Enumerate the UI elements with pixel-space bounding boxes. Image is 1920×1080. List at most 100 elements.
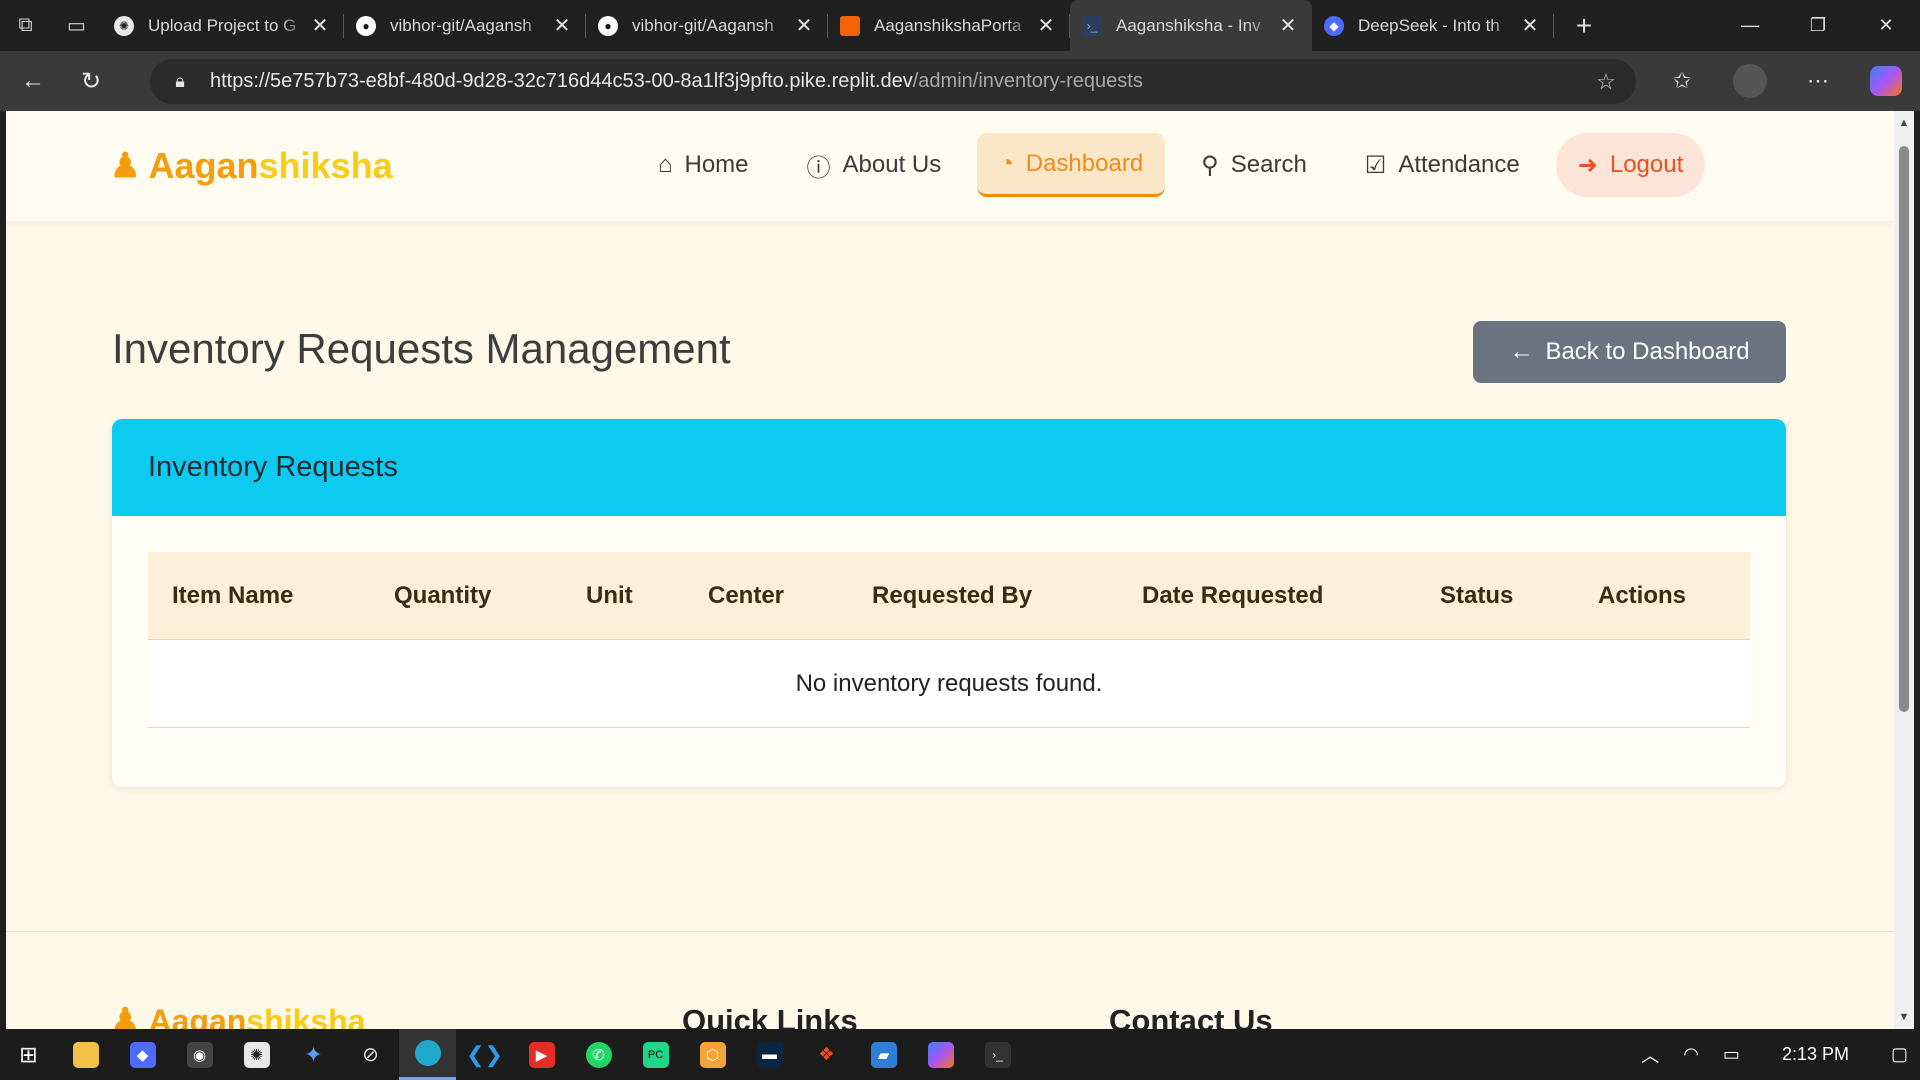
youtube-icon: ▶ [528, 1041, 555, 1068]
page-viewport: ♟ Aagan shiksha ⌂ Home ⓘ About Us ◔ Dashb… [6, 111, 1894, 1029]
app-icon: ▰ [870, 1041, 897, 1068]
scroll-down-icon[interactable]: ▼ [1898, 1011, 1910, 1023]
taskbar-app[interactable]: ▬ [741, 1029, 798, 1080]
taskbar-edge[interactable] [399, 1029, 456, 1080]
url-text[interactable]: https://5e757b73-e8bf-480d-9d28-32c716d4… [210, 70, 1576, 93]
footer-divider [6, 931, 1894, 932]
windows-taskbar: ⊞ ◆ ◉ ✺ ✦ ⊘ ❮❯ ▶ ✆ PC ⬡ ▬ ❖ ▰ ›_ ︿ ◠ ▭ 2… [0, 1029, 1920, 1080]
more-options-icon[interactable]: ⋯ [1784, 68, 1852, 94]
taskbar-pycharm[interactable]: PC [627, 1029, 684, 1080]
close-tab-icon[interactable]: ✕ [550, 13, 574, 38]
nav-attendance[interactable]: ☑ Attendance [1343, 133, 1542, 197]
back-arrow-icon[interactable]: ← [8, 56, 58, 106]
browser-tab[interactable]: AaganshikshaPorta ✕ [828, 0, 1070, 51]
close-tab-icon[interactable]: ✕ [308, 13, 332, 38]
copilot-icon[interactable] [1870, 66, 1902, 96]
taskbar-whatsapp[interactable]: ✆ [570, 1029, 627, 1080]
app-icon: ⊘ [362, 1044, 379, 1066]
browser-tab[interactable]: ● vibhor-git/Aagansh ✕ [344, 0, 586, 51]
windows-logo-icon: ⊞ [19, 1041, 38, 1067]
refresh-icon[interactable]: ↻ [66, 56, 116, 106]
lock-icon[interactable]: 🔒︎ [150, 71, 210, 92]
toolbar-right: ✩ ⋯ [1648, 51, 1920, 111]
system-tray: ︿ ◠ ▭ 2:13 PM ▢ [1629, 1029, 1920, 1080]
deepseek-icon: ◆ [129, 1041, 156, 1068]
brand-text-part2: shiksha [258, 145, 393, 186]
tab-actions-icon[interactable]: ▭ [51, 0, 102, 51]
browser-tab[interactable]: ✺ Upload Project to G ✕ [102, 0, 344, 51]
nav-about[interactable]: ⓘ About Us [785, 133, 964, 197]
start-button[interactable]: ⊞ [0, 1029, 57, 1080]
page-scrollbar[interactable]: ▲ ▼ [1894, 111, 1914, 1029]
column-header-center: Center [708, 581, 785, 609]
taskbar-copilot[interactable] [912, 1029, 969, 1080]
browser-tab[interactable]: ● vibhor-git/Aagansh ✕ [586, 0, 828, 51]
address-bar[interactable]: 🔒︎ https://5e757b73-e8bf-480d-9d28-32c71… [150, 59, 1636, 104]
workspaces-icon[interactable]: ⧉ [0, 0, 51, 51]
column-header-unit: Unit [586, 581, 633, 609]
back-button-label: Back to Dashboard [1545, 338, 1750, 365]
taskbar-vscode[interactable]: ❮❯ [456, 1029, 513, 1080]
browser-tab[interactable]: ◆ DeepSeek - Into th ✕ [1312, 0, 1554, 51]
site-logo[interactable]: ♟ Aagan shiksha [110, 145, 393, 187]
vscode-icon: ❮❯ [466, 1041, 503, 1067]
close-window-icon[interactable]: ✕ [1852, 0, 1920, 51]
scroll-thumb[interactable] [1899, 146, 1909, 712]
taskbar-file-explorer[interactable] [57, 1029, 114, 1080]
taskbar-app[interactable]: ⬡ [684, 1029, 741, 1080]
github-icon: ● [356, 15, 376, 36]
taskbar-terminal[interactable]: ›_ [969, 1029, 1026, 1080]
notifications-icon[interactable]: ▢ [1879, 1044, 1920, 1065]
restore-icon[interactable]: ❐ [1784, 0, 1852, 51]
taskbar-app[interactable]: ◉ [171, 1029, 228, 1080]
nav-dashboard-label: Dashboard [1025, 149, 1144, 177]
taskbar-chatgpt[interactable]: ✺ [228, 1029, 285, 1080]
battery-icon[interactable]: ▭ [1711, 1044, 1752, 1065]
logout-icon: ➜ [1577, 151, 1598, 179]
taskbar-deepseek[interactable]: ◆ [114, 1029, 171, 1080]
pycharm-icon: PC [642, 1041, 669, 1068]
favorite-star-icon[interactable]: ☆ [1576, 69, 1636, 95]
nav-dashboard[interactable]: ◔ Dashboard [977, 133, 1166, 197]
wifi-icon[interactable]: ◠ [1671, 1044, 1711, 1065]
favorites-icon[interactable]: ✩ [1648, 68, 1716, 94]
minimize-icon[interactable]: — [1716, 0, 1784, 51]
close-tab-icon[interactable]: ✕ [1034, 13, 1058, 38]
footer-contact-heading: Contact Us [1109, 1003, 1273, 1029]
close-tab-icon[interactable]: ✕ [1518, 13, 1542, 38]
app-icon: ▬ [756, 1041, 783, 1068]
chevron-up-icon[interactable]: ︿ [1629, 1042, 1671, 1068]
nav-search[interactable]: ⚲ Search [1179, 133, 1329, 197]
logout-button[interactable]: ➜ Logout [1555, 133, 1706, 197]
inventory-requests-card: Inventory Requests Item Name Quantity Un… [112, 419, 1786, 787]
taskbar-gemini[interactable]: ✦ [285, 1029, 342, 1080]
clock[interactable]: 2:13 PM [1752, 1044, 1879, 1065]
nav-home[interactable]: ⌂ Home [636, 133, 771, 197]
url-path: /admin/inventory-requests [912, 70, 1143, 92]
deepseek-icon: ◆ [1324, 15, 1344, 36]
column-header-date-requested: Date Requested [1142, 581, 1324, 609]
column-header-requested-by: Requested By [872, 581, 1033, 609]
site-header: ♟ Aagan shiksha ⌂ Home ⓘ About Us ◔ Dashb… [6, 111, 1894, 221]
cube-icon: ⬡ [699, 1041, 726, 1068]
taskbar-youtube[interactable]: ▶ [513, 1029, 570, 1080]
browser-tab-active[interactable]: ›_ Aaganshiksha - Inv ✕ [1070, 0, 1312, 51]
taskbar-app[interactable]: ⊘ [342, 1029, 399, 1080]
profile-avatar[interactable] [1733, 64, 1767, 98]
openai-icon: ✺ [243, 1041, 270, 1068]
arrow-left-icon: ← [1509, 338, 1534, 365]
browser-tab-strip: ⧉ ▭ ✺ Upload Project to G ✕ ● vibhor-git… [0, 0, 1920, 51]
taskbar-app[interactable]: ▰ [855, 1029, 912, 1080]
person-icon: ♟ [110, 147, 141, 185]
url-host: https://5e757b73-e8bf-480d-9d28-32c716d4… [210, 70, 913, 92]
main-nav: ⌂ Home ⓘ About Us ◔ Dashboard ⚲ Search ☑… [636, 133, 1719, 197]
scroll-up-icon[interactable]: ▲ [1898, 117, 1910, 129]
new-tab-button[interactable]: + [1554, 10, 1614, 42]
taskbar-figma[interactable]: ❖ [798, 1029, 855, 1080]
close-tab-icon[interactable]: ✕ [1276, 13, 1300, 38]
openai-icon: ✺ [114, 15, 134, 36]
back-to-dashboard-button[interactable]: ← Back to Dashboard [1473, 321, 1786, 383]
close-tab-icon[interactable]: ✕ [792, 13, 816, 38]
footer-brand-part2: shiksha [246, 1002, 366, 1030]
column-header-quantity: Quantity [394, 581, 492, 609]
